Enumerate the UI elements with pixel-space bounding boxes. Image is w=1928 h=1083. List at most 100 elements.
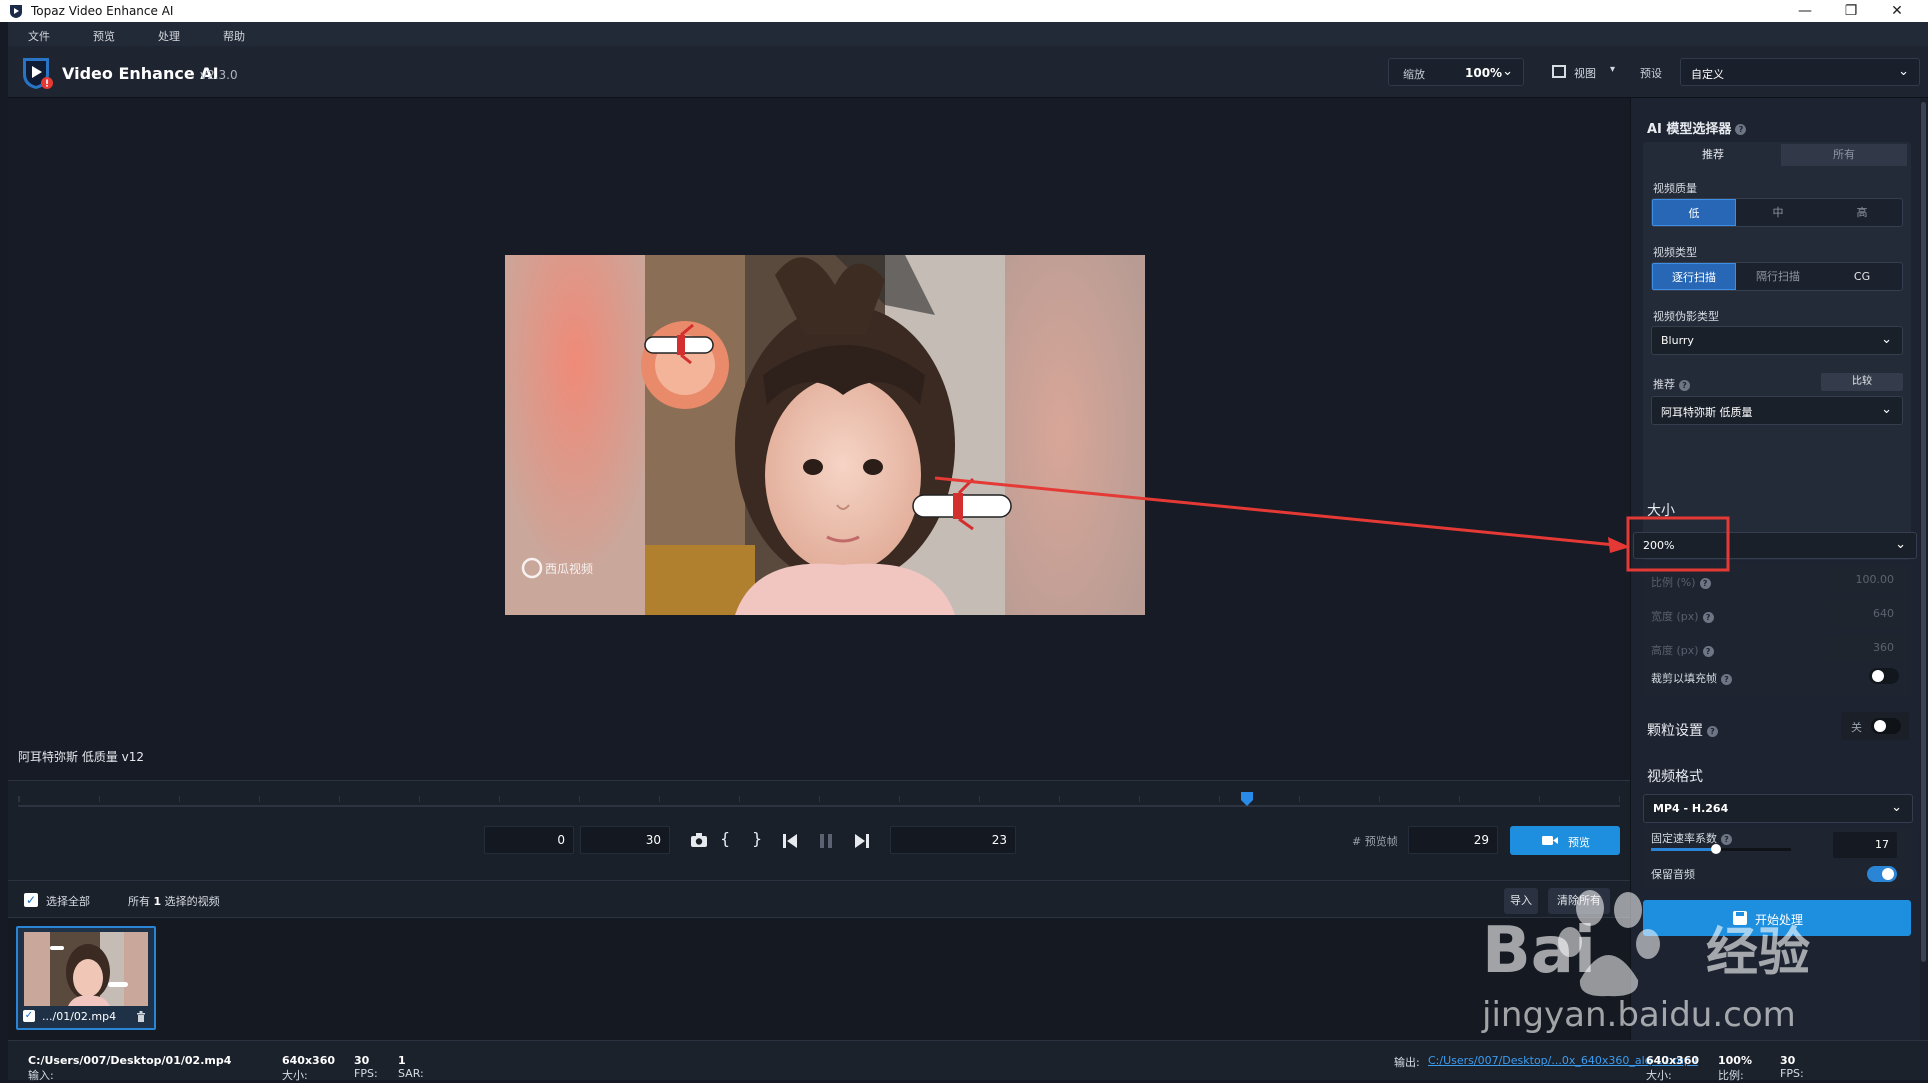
close-button[interactable]: ✕ (1874, 0, 1920, 22)
end-frame-input[interactable]: 30 (580, 826, 670, 854)
grain-toggle[interactable] (1871, 718, 1901, 734)
app-logo-icon (23, 58, 53, 89)
maximize-button[interactable]: ❐ (1828, 0, 1874, 22)
queue-item-name: .../01/02.mp4 (42, 1010, 117, 1023)
recommended-model-select[interactable]: 阿耳特弥斯 低质量 ⌄ (1651, 396, 1903, 425)
video-frame-image: 西瓜视频 (505, 255, 1145, 615)
camera-icon[interactable] (690, 832, 708, 848)
minimize-button[interactable]: — (1782, 0, 1828, 22)
compare-button[interactable]: 比较 (1821, 373, 1903, 391)
trash-icon[interactable] (136, 1011, 146, 1022)
audio-label: 保留音频 (1651, 868, 1695, 881)
menu-help[interactable]: 帮助 (223, 28, 245, 44)
settings-panel: AI 模型选择器? 推荐 所有 视频质量 低 中 高 视频类型 逐行扫描 隔行扫… (1630, 98, 1920, 1040)
grain-toggle-group: 关 (1841, 712, 1909, 740)
chevron-down-icon: ⌄ (1898, 64, 1909, 79)
current-frame-input[interactable]: 23 (890, 826, 1016, 854)
crf-label: 固定速率系数? (1651, 830, 1732, 846)
help-icon[interactable]: ? (1679, 379, 1690, 391)
preview-button-label: 预览 (1568, 836, 1590, 849)
preset-select[interactable]: 自定义 ⌄ (1680, 58, 1920, 86)
app-name: Video Enhance AI (62, 64, 219, 83)
tab-recommended[interactable]: 推荐 (1649, 144, 1777, 166)
menu-bar: 文件 预览 处理 帮助 (8, 22, 1928, 46)
preset-value: 自定义 (1691, 68, 1724, 81)
preview-frames-label: # 预览帧 (1352, 835, 1398, 848)
quality-selector: 低 中 高 (1651, 198, 1903, 227)
help-icon[interactable]: ? (1721, 673, 1732, 685)
crf-input[interactable]: 17 (1833, 832, 1897, 858)
preview-frames-input[interactable]: 29 (1408, 826, 1498, 854)
help-icon[interactable]: ? (1707, 725, 1718, 737)
crf-slider-handle[interactable] (1711, 844, 1721, 854)
save-icon (1733, 911, 1747, 925)
crop-toggle[interactable] (1869, 668, 1899, 684)
audio-toggle[interactable] (1867, 866, 1897, 882)
queue-item[interactable]: ✓ .../01/02.mp4 (16, 926, 156, 1030)
height-input[interactable]: 360 (1828, 635, 1902, 661)
step-forward-icon[interactable] (854, 833, 870, 849)
width-input[interactable]: 640 (1828, 601, 1902, 627)
input-size: 大小: 640x360 (282, 1054, 336, 1082)
artifact-value: Blurry (1661, 334, 1694, 347)
preview-area: 西瓜视频 阿耳特弥斯 低质量 v12 (8, 98, 1630, 780)
zoom-value: 100% (1465, 66, 1503, 80)
queue-item-checkbox[interactable]: ✓ (23, 1010, 35, 1022)
video-type-label: 视频类型 (1653, 246, 1697, 259)
preview-button[interactable]: 预览 (1510, 826, 1620, 855)
artifact-select[interactable]: Blurry ⌄ (1651, 326, 1903, 355)
select-all-checkbox[interactable]: ✓ (24, 893, 38, 907)
clear-all-button[interactable]: 清除所有 (1548, 888, 1610, 914)
app-version: v2.3.0 (200, 68, 238, 82)
video-frame: 西瓜视频 (505, 255, 1145, 615)
playhead-marker[interactable] (1240, 791, 1254, 807)
menu-file[interactable]: 文件 (28, 28, 50, 44)
format-title: 视频格式 (1647, 769, 1703, 785)
step-back-icon[interactable] (782, 833, 798, 849)
quality-low[interactable]: 低 (1652, 199, 1736, 226)
start-frame-input[interactable]: 0 (484, 826, 574, 854)
help-icon[interactable]: ? (1721, 833, 1732, 845)
grain-title: 颗粒设置? (1647, 720, 1718, 740)
quality-high[interactable]: 高 (1820, 199, 1902, 226)
help-icon[interactable]: ? (1735, 124, 1747, 135)
pause-icon[interactable] (818, 833, 834, 849)
import-button[interactable]: 导入 (1504, 888, 1538, 914)
start-button-label: 开始处理 (1755, 913, 1804, 927)
zoom-select[interactable]: 缩放 100% ⌄ (1388, 58, 1524, 86)
chevron-down-icon: ⌄ (1881, 332, 1892, 347)
crop-label: 裁剪以填充帧? (1651, 670, 1732, 686)
timeline-track[interactable] (18, 805, 1620, 807)
format-select[interactable]: MP4 - H.264 ⌄ (1643, 794, 1913, 823)
format-value: MP4 - H.264 (1653, 802, 1729, 815)
type-cg[interactable]: CG (1820, 263, 1902, 290)
menu-preview[interactable]: 预览 (93, 28, 115, 44)
app-icon (10, 5, 22, 18)
model-caption: 阿耳特弥斯 低质量 v12 (18, 750, 145, 764)
panel-scrollbar[interactable] (1920, 98, 1928, 1040)
output-label: 输出: (1394, 1056, 1420, 1069)
start-processing-button[interactable]: 开始处理 (1643, 900, 1911, 936)
caret-down-icon: ▾ (1610, 64, 1616, 75)
mark-out-icon[interactable]: } (752, 829, 762, 848)
type-interlaced[interactable]: 隔行扫描 (1736, 263, 1820, 290)
chevron-down-icon: ⌄ (1895, 537, 1906, 552)
quality-medium[interactable]: 中 (1736, 199, 1820, 226)
mark-in-icon[interactable]: { (720, 829, 730, 848)
type-progressive[interactable]: 逐行扫描 (1652, 263, 1736, 290)
input-fps: FPS: 30 (354, 1054, 378, 1080)
size-card: 比例 (%)? 100.00 宽度 (px)? 640 高度 (px)? 360… (1643, 564, 1911, 696)
crf-slider-fill (1651, 848, 1715, 851)
output-size: 大小: 640x360 (1646, 1054, 1700, 1082)
status-bar: 输入: C:/Users/007/Desktop/01/02.mp4 大小: 6… (8, 1040, 1928, 1082)
view-button[interactable]: 视图 ▾ (1538, 58, 1628, 86)
ai-model-title: AI 模型选择器? (1647, 118, 1747, 137)
queue-summary: 所有 1 选择的视频 (128, 895, 220, 908)
zoom-label: 缩放 (1403, 68, 1425, 81)
tab-all[interactable]: 所有 (1781, 144, 1907, 166)
format-card: 固定速率系数? 17 保留音频 (1643, 826, 1913, 888)
size-select[interactable]: 200% ⌄ (1633, 532, 1917, 559)
recommended-model-value: 阿耳特弥斯 低质量 (1661, 406, 1753, 419)
scale-input[interactable]: 100.00 (1828, 567, 1902, 593)
menu-process[interactable]: 处理 (158, 28, 180, 44)
